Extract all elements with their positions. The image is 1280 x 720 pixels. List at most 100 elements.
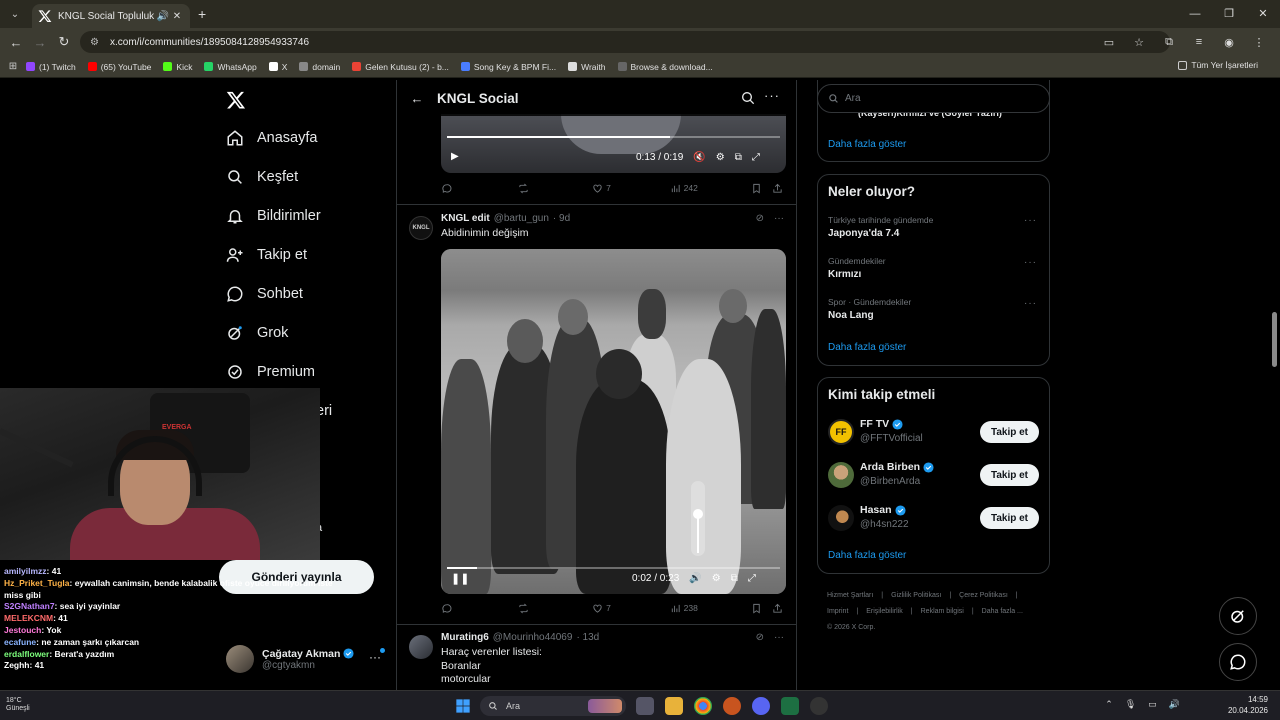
post-avatar[interactable]: KNGL bbox=[409, 216, 433, 240]
pip-icon[interactable]: ⧉ bbox=[731, 573, 738, 584]
bookmark-item[interactable]: Kick bbox=[163, 62, 192, 72]
footer-link[interactable]: Daha fazla ... bbox=[982, 608, 1023, 615]
mute-icon[interactable]: 🔇 bbox=[693, 152, 705, 163]
menu-icon[interactable]: ⋮ bbox=[1244, 36, 1274, 49]
pause-icon[interactable]: ❚❚ bbox=[451, 572, 469, 585]
search-input[interactable]: Ara bbox=[817, 84, 1050, 113]
nav-item-chat[interactable]: Sohbet bbox=[226, 280, 303, 308]
tab-close-icon[interactable]: ✕ bbox=[170, 11, 184, 22]
bookmark-star-icon[interactable]: ☆ bbox=[1124, 36, 1154, 49]
grok-fab[interactable] bbox=[1219, 597, 1257, 635]
post-more-icon[interactable]: ··· bbox=[774, 632, 784, 643]
profile-icon[interactable]: ◉ bbox=[1214, 36, 1244, 49]
footer-link[interactable]: Imprint bbox=[827, 608, 848, 615]
grok-explain-icon[interactable]: ⊘ bbox=[756, 213, 764, 224]
post-age[interactable]: · 9d bbox=[553, 213, 570, 224]
community-search-icon[interactable] bbox=[740, 90, 756, 106]
like-button[interactable]: 7 bbox=[592, 603, 670, 614]
post-more-icon[interactable]: ··· bbox=[774, 213, 784, 224]
trend-more-icon[interactable]: ··· bbox=[1024, 257, 1037, 268]
views-button[interactable]: 242 bbox=[670, 183, 752, 194]
footer-link[interactable]: © 2026 X Corp. bbox=[827, 624, 875, 631]
footer-link[interactable]: Çerez Politikası bbox=[959, 592, 1008, 599]
site-info-icon[interactable]: ⚙ bbox=[90, 37, 104, 48]
minimize-button[interactable]: — bbox=[1178, 0, 1212, 28]
volume-slider[interactable] bbox=[691, 481, 705, 556]
maximize-button[interactable]: ❐ bbox=[1212, 0, 1246, 28]
reload-button[interactable]: ↻ bbox=[52, 34, 76, 50]
follow-suggestion-name[interactable]: Arda Birben bbox=[860, 461, 934, 473]
chat-username[interactable]: Jestouch bbox=[4, 625, 41, 635]
discord-icon[interactable] bbox=[752, 697, 770, 715]
follow-button[interactable]: Takip et bbox=[980, 464, 1039, 486]
views-button[interactable]: 238 bbox=[670, 603, 752, 614]
chat-username[interactable]: MELEKCNM bbox=[4, 613, 53, 623]
footer-link[interactable]: Reklam bilgisi bbox=[921, 608, 964, 615]
app-icon[interactable] bbox=[723, 697, 741, 715]
tray-chevron-icon[interactable]: ⌃ bbox=[1105, 699, 1113, 710]
grok-explain-icon[interactable]: ⊘ bbox=[756, 632, 764, 643]
chat-username[interactable]: erdalflower bbox=[4, 649, 49, 659]
nav-item-premium[interactable]: Premium bbox=[226, 358, 315, 386]
share-button[interactable] bbox=[772, 183, 786, 194]
follow-button[interactable]: Takip et bbox=[980, 421, 1039, 443]
avatar[interactable] bbox=[828, 462, 854, 488]
all-bookmarks[interactable]: Tüm Yer İşaretleri bbox=[1178, 60, 1258, 70]
close-window-button[interactable]: ✕ bbox=[1246, 0, 1280, 28]
video-progress[interactable] bbox=[447, 136, 780, 138]
trend-more-icon[interactable]: ··· bbox=[1024, 215, 1037, 226]
nav-item-grok[interactable]: Grok bbox=[226, 319, 288, 347]
play-icon[interactable]: ▶ bbox=[451, 151, 459, 162]
repost-button[interactable] bbox=[518, 183, 593, 194]
page-scrollbar[interactable] bbox=[1272, 312, 1277, 367]
footer-link[interactable]: Hizmet Şartları bbox=[827, 592, 873, 599]
chrome-icon[interactable] bbox=[694, 697, 712, 715]
bookmark-item[interactable]: (1) Twitch bbox=[26, 62, 76, 72]
chat-username[interactable]: S2GNathan7 bbox=[4, 601, 55, 611]
post-age[interactable]: · 13d bbox=[576, 632, 599, 643]
fullscreen-icon[interactable]: ⤢ bbox=[752, 152, 760, 163]
apps-icon[interactable]: ⊞ bbox=[0, 61, 26, 72]
volume-icon[interactable]: 🔊 bbox=[689, 573, 701, 584]
footer-link[interactable]: Erişilebilirlik bbox=[866, 608, 903, 615]
back-button[interactable]: ← bbox=[4, 35, 28, 50]
pip-icon[interactable]: ⧉ bbox=[735, 152, 742, 163]
back-arrow-icon[interactable]: ← bbox=[397, 91, 437, 106]
forward-button[interactable]: → bbox=[28, 35, 52, 50]
file-explorer-icon[interactable] bbox=[665, 697, 683, 715]
task-view-icon[interactable] bbox=[636, 697, 654, 715]
avatar[interactable] bbox=[828, 505, 854, 531]
community-more-icon[interactable]: ··· bbox=[764, 88, 780, 103]
speaker-icon[interactable]: 🔊 bbox=[1169, 699, 1180, 710]
weather-widget[interactable]: 18°C Güneşli bbox=[6, 697, 30, 713]
settings-icon[interactable]: ⚙ bbox=[712, 573, 721, 584]
trend-name[interactable]: Kırmızı bbox=[828, 269, 861, 280]
video-player[interactable]: ▶ 0:13 / 0:19 🔇 ⚙ ⧉ ⤢ bbox=[441, 114, 786, 173]
follow-button[interactable]: Takip et bbox=[980, 507, 1039, 529]
show-more-link[interactable]: Daha fazla göster bbox=[828, 550, 906, 561]
tab-search-button[interactable]: ⌄ bbox=[4, 5, 26, 23]
trend-name[interactable]: Noa Lang bbox=[828, 310, 874, 321]
footer-link[interactable]: Gizlilik Politikası bbox=[891, 592, 941, 599]
bookmark-item[interactable]: Song Key & BPM Fi... bbox=[460, 62, 556, 72]
chat-username[interactable]: Hz_Priket_Tugla bbox=[4, 578, 70, 588]
avatar[interactable]: FF bbox=[828, 419, 854, 445]
network-icon[interactable]: ▭ bbox=[1148, 699, 1157, 710]
trend-name[interactable]: Japonya'da 7.4 bbox=[828, 228, 899, 239]
bookmark-item[interactable]: Gelen Kutusu (2) - b... bbox=[352, 62, 449, 72]
x-home-logo-icon[interactable] bbox=[226, 90, 246, 110]
more-icon[interactable]: ··· bbox=[369, 650, 381, 664]
chat-username[interactable]: ecafune bbox=[4, 637, 36, 647]
tab-audio-icon[interactable]: 🔊 bbox=[156, 11, 170, 22]
nav-item-home[interactable]: Anasayfa bbox=[226, 124, 317, 152]
video-progress[interactable] bbox=[447, 567, 780, 569]
bookmark-item[interactable]: domain bbox=[299, 62, 340, 72]
nav-item-notifications[interactable]: Bildirimler bbox=[226, 202, 321, 230]
post-handle[interactable]: @bartu_gun bbox=[494, 213, 549, 224]
chat-username[interactable]: amilyilmzz bbox=[4, 566, 47, 576]
settings-icon[interactable]: ⚙ bbox=[716, 152, 725, 163]
new-tab-button[interactable]: + bbox=[198, 6, 206, 22]
chat-username[interactable]: Zeghh bbox=[4, 660, 30, 670]
nav-item-follow[interactable]: Takip et bbox=[226, 241, 307, 269]
post-handle[interactable]: @Mourinho44069 bbox=[493, 632, 573, 643]
